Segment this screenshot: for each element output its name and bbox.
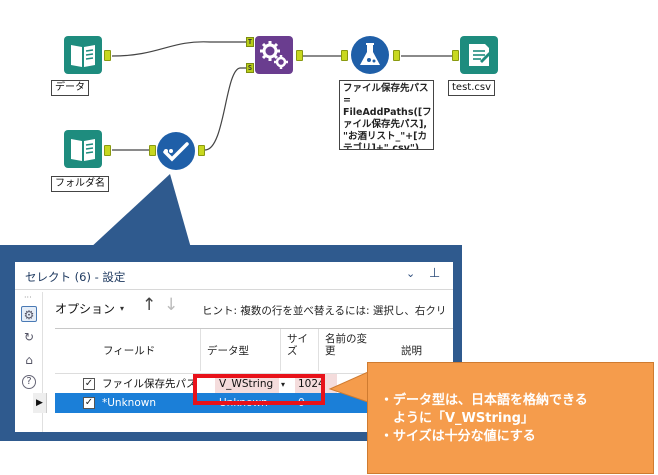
callout-note: ・データ型は、日本語を格納できる ように「V_WString」 ・サイズは十分な… <box>367 362 654 474</box>
screenshot-stage: データ フォルダ名 T S ファイル保存先パス = FileAddPaths([… <box>0 0 658 475</box>
callout-line-2: ように「V_WString」 <box>380 411 534 426</box>
callout-line-3: ・サイズは十分な値にする <box>380 429 536 444</box>
callout-line-1: ・データ型は、日本語を格納できる <box>380 393 588 408</box>
